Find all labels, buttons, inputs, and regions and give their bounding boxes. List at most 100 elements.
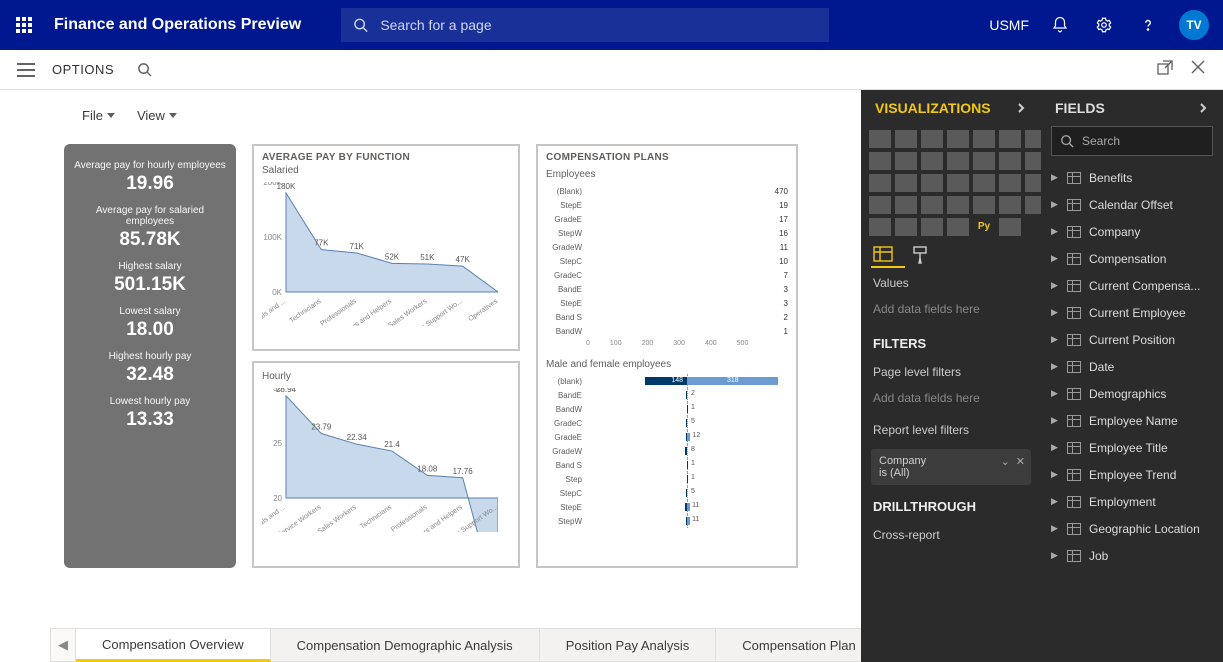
page-search-button[interactable] <box>132 62 156 77</box>
field-table[interactable]: ▶Company <box>1041 218 1223 245</box>
popout-icon <box>1157 60 1173 76</box>
chevron-down-icon <box>169 113 177 118</box>
viz-type-icon[interactable] <box>947 152 969 170</box>
field-table[interactable]: ▶Compensation <box>1041 245 1223 272</box>
viz-type-icon[interactable] <box>921 130 943 148</box>
field-table[interactable]: ▶Current Compensa... <box>1041 272 1223 299</box>
page-tab[interactable]: Compensation Plan <box>716 628 882 662</box>
viz-type-icon[interactable] <box>921 174 943 192</box>
format-fields-icon[interactable] <box>873 246 893 264</box>
kpi-card[interactable]: Average pay for hourly employees19.96Ave… <box>64 144 236 568</box>
page-tab[interactable]: Position Pay Analysis <box>540 628 717 662</box>
global-search-input[interactable] <box>378 16 817 34</box>
viz-type-icon[interactable] <box>869 130 891 148</box>
viz-type-icon[interactable]: Py <box>973 218 995 236</box>
global-search[interactable] <box>341 8 829 42</box>
field-table[interactable]: ▶Current Position <box>1041 326 1223 353</box>
tile-avg-pay-hourly[interactable]: Hourly 28.9423.7922.3421.418.0817.762025… <box>252 361 520 568</box>
diverge-row: StepE11 <box>546 500 788 514</box>
app-title: Finance and Operations Preview <box>54 16 301 34</box>
field-table[interactable]: ▶Calendar Offset <box>1041 191 1223 218</box>
close-icon[interactable]: ✕ <box>1016 455 1025 468</box>
tile-avg-pay-salaried[interactable]: AVERAGE PAY BY FUNCTION Salaried 180K77K… <box>252 144 520 351</box>
table-icon <box>1067 226 1081 238</box>
viz-type-icon[interactable] <box>921 196 943 214</box>
fields-header[interactable]: FIELDS <box>1041 90 1223 126</box>
close-button[interactable] <box>1191 60 1205 79</box>
field-table[interactable]: ▶Job <box>1041 542 1223 569</box>
field-table[interactable]: ▶Demographics <box>1041 380 1223 407</box>
page-tab[interactable]: Compensation Demographic Analysis <box>271 628 540 662</box>
viz-type-icon[interactable] <box>973 196 995 214</box>
view-menu[interactable]: View <box>137 108 177 123</box>
help-button[interactable] <box>1135 12 1161 38</box>
nav-toggle-button[interactable] <box>8 63 44 77</box>
tile-compensation-plans[interactable]: COMPENSATION PLANS Employees (Blank)470S… <box>536 144 798 568</box>
filter-chip[interactable]: Company is (All) ⌄✕ <box>871 449 1031 485</box>
viz-type-icon[interactable] <box>999 152 1021 170</box>
settings-button[interactable] <box>1091 12 1117 38</box>
viz-type-icon[interactable] <box>947 174 969 192</box>
viz-type-icon[interactable] <box>895 196 917 214</box>
field-table[interactable]: ▶Date <box>1041 353 1223 380</box>
app-launcher-button[interactable] <box>8 9 40 41</box>
viz-type-icon[interactable] <box>947 130 969 148</box>
svg-text:52K: 52K <box>385 252 400 261</box>
bar-chart-employees: (Blank)470StepE19GradeE17StepW16GradeW11… <box>546 184 788 347</box>
popout-button[interactable] <box>1157 60 1173 79</box>
user-avatar[interactable]: TV <box>1179 10 1209 40</box>
viz-type-icon[interactable] <box>895 152 917 170</box>
kpi-label: Lowest salary <box>72 306 228 317</box>
viz-gallery[interactable]: Py <box>861 126 1041 240</box>
viz-type-icon[interactable] <box>869 152 891 170</box>
field-table[interactable]: ▶Employee Title <box>1041 434 1223 461</box>
viz-type-icon[interactable] <box>973 130 995 148</box>
file-menu[interactable]: File <box>82 108 115 123</box>
chevron-down-icon[interactable]: ⌄ <box>1001 455 1010 468</box>
viz-type-icon[interactable] <box>999 196 1021 214</box>
field-table[interactable]: ▶Current Employee <box>1041 299 1223 326</box>
bar-row: StepE3 <box>546 296 788 310</box>
chevron-right-icon <box>1015 102 1027 114</box>
field-table[interactable]: ▶Employment <box>1041 488 1223 515</box>
values-label: Values <box>861 268 1041 298</box>
company-label[interactable]: USMF <box>989 12 1029 38</box>
tab-scroll-left[interactable]: ◀ <box>50 628 76 662</box>
viz-type-icon[interactable] <box>999 218 1021 236</box>
viz-type-icon[interactable] <box>895 218 917 236</box>
area-chart-hourly: 28.9423.7922.3421.418.0817.76202530Offic… <box>262 388 510 518</box>
viz-type-icon[interactable] <box>973 152 995 170</box>
viz-type-icon[interactable] <box>895 174 917 192</box>
viz-type-icon[interactable] <box>921 152 943 170</box>
options-menu[interactable]: OPTIONS <box>52 62 114 77</box>
field-table[interactable]: ▶Geographic Location <box>1041 515 1223 542</box>
field-label: Compensation <box>1089 252 1166 266</box>
viz-type-icon[interactable] <box>947 218 969 236</box>
viz-type-icon[interactable] <box>921 218 943 236</box>
viz-type-icon[interactable] <box>869 218 891 236</box>
field-table[interactable]: ▶Employee Name <box>1041 407 1223 434</box>
field-table[interactable]: ▶Benefits <box>1041 164 1223 191</box>
viz-type-icon[interactable] <box>895 130 917 148</box>
table-icon <box>1067 199 1081 211</box>
viz-type-icon[interactable] <box>869 196 891 214</box>
fields-search[interactable]: Search <box>1051 126 1213 156</box>
bar-row: StepC10 <box>546 254 788 268</box>
viz-type-icon[interactable] <box>999 130 1021 148</box>
page-filters-dropzone[interactable]: Add data fields here <box>861 387 1041 415</box>
viz-type-icon[interactable] <box>947 196 969 214</box>
values-dropzone[interactable]: Add data fields here <box>861 298 1041 326</box>
table-icon <box>1067 334 1081 346</box>
kpi-value: 85.78K <box>72 229 228 251</box>
visualizations-header[interactable]: VISUALIZATIONS <box>861 90 1041 126</box>
format-paint-icon[interactable] <box>911 246 929 264</box>
page-tab[interactable]: Compensation Overview <box>76 628 271 662</box>
notifications-button[interactable] <box>1047 12 1073 38</box>
kpi-label: Highest hourly pay <box>72 351 228 362</box>
field-table[interactable]: ▶Employee Trend <box>1041 461 1223 488</box>
visualizations-pane: VISUALIZATIONS Py Values Add data fields… <box>861 90 1041 662</box>
viz-type-icon[interactable] <box>999 174 1021 192</box>
cross-report-label: Cross-report <box>861 520 1041 550</box>
viz-type-icon[interactable] <box>869 174 891 192</box>
viz-type-icon[interactable] <box>973 174 995 192</box>
